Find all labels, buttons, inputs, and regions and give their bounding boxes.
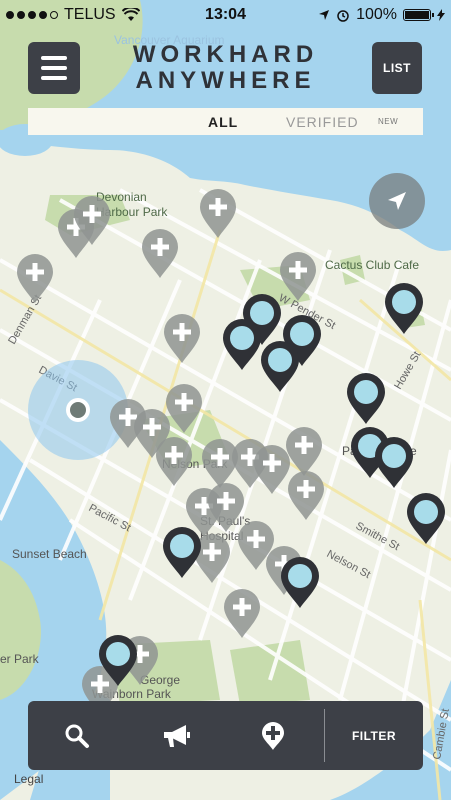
header: WORKHARD ANYWHERE LIST (0, 30, 451, 106)
list-button[interactable]: LIST (372, 42, 422, 94)
search-button[interactable] (48, 701, 106, 770)
add-location-button[interactable] (244, 701, 302, 770)
hamburger-icon (41, 56, 67, 60)
app-logo: WORKHARD ANYWHERE (132, 41, 319, 94)
tab-new[interactable]: NEW (378, 117, 398, 126)
location-arrow-icon (388, 192, 406, 210)
menu-button[interactable] (28, 42, 80, 94)
search-icon (65, 724, 89, 748)
map-label-sunset-beach: Sunset Beach (12, 547, 87, 561)
bottom-toolbar: FILTER (28, 701, 423, 770)
filter-button[interactable]: FILTER (325, 701, 423, 770)
wifi-icon (121, 8, 140, 21)
locate-me-button[interactable] (369, 173, 425, 229)
location-services-icon (319, 10, 330, 20)
tab-all[interactable]: ALL (208, 114, 238, 130)
carrier-label: TELUS (64, 6, 116, 23)
megaphone-icon (164, 724, 190, 747)
filter-label: FILTER (351, 728, 397, 743)
tab-bar: ALL VERIFIED NEW (28, 108, 423, 135)
tab-verified[interactable]: VERIFIED (286, 114, 359, 130)
battery-icon (403, 9, 434, 21)
legal-link[interactable]: Legal (14, 772, 43, 786)
signal-icon (6, 11, 58, 19)
announce-button[interactable] (146, 701, 206, 770)
map-label-cactus-club: Cactus Club Cafe (325, 258, 419, 272)
charging-icon (437, 9, 445, 21)
alarm-icon (337, 10, 349, 22)
add-location-icon (262, 721, 284, 750)
status-bar: TELUS 13:04 100% (0, 0, 451, 30)
map-label-er-park: er Park (0, 652, 40, 666)
clock: 13:04 (205, 6, 246, 23)
battery-percent: 100% (356, 6, 397, 23)
